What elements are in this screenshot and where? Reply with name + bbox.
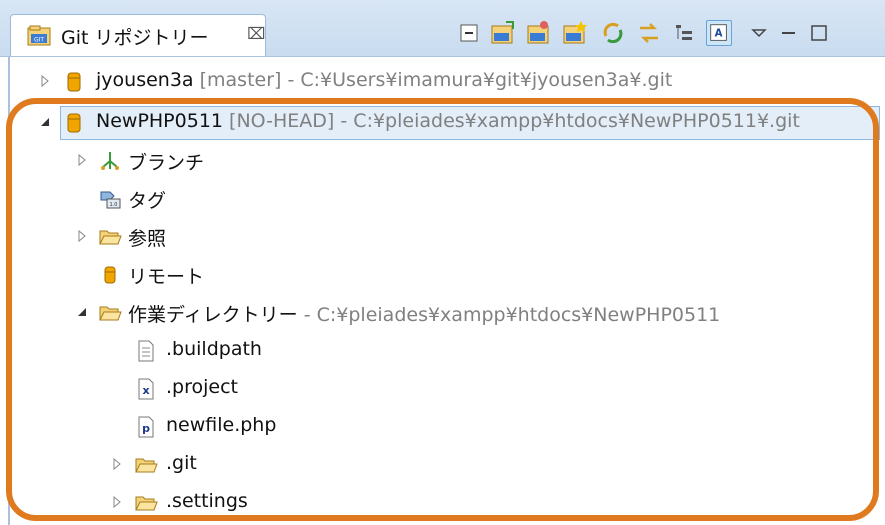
view-tab-bar: GIT Git リポジトリー ⌧ A (0, 0, 885, 57)
repo-branch: [master] (199, 69, 282, 91)
tags-icon: 1.0 (100, 191, 121, 209)
collapse-all-icon[interactable] (456, 20, 482, 46)
add-repository-icon[interactable] (490, 20, 516, 46)
tree-item-references[interactable]: 参照 (0, 219, 400, 255)
tree-item-repo-newphp0511[interactable]: NewPHP0511 [NO-HEAD] - C:¥pleiades¥xampp… (0, 105, 885, 141)
refresh-icon[interactable] (600, 20, 626, 46)
remote-icon (104, 266, 116, 284)
tree-item-remotes[interactable]: リモート (0, 257, 400, 293)
folder-icon (135, 458, 158, 473)
tree-item-folder-settings[interactable]: .settings (0, 485, 400, 521)
expand-arrow-icon[interactable] (75, 229, 89, 243)
tree-label: 作業ディレクトリー (128, 304, 298, 326)
working-dir-path: - C:¥pleiades¥xampp¥htdocs¥NewPHP0511 (303, 304, 721, 326)
tree-item-file-project[interactable]: x .project (0, 371, 400, 407)
svg-text:p: p (142, 422, 150, 435)
tree-item-file-buildpath[interactable]: .buildpath (0, 333, 400, 369)
xml-file-icon: x (138, 378, 154, 400)
text-file-icon (138, 340, 154, 362)
tree-item-file-newfile-php[interactable]: p newfile.php (0, 409, 400, 445)
expand-arrow-icon[interactable] (110, 457, 124, 471)
folder-icon (99, 230, 122, 245)
tree-label: 参照 (128, 228, 167, 250)
tree-label: .project (166, 376, 238, 398)
tree-item-folder-git[interactable]: .git (0, 447, 400, 483)
folder-icon (135, 496, 158, 511)
tree-item-working-directory[interactable]: 作業ディレクトリー - C:¥pleiades¥xampp¥htdocs¥New… (0, 295, 885, 331)
expand-arrow-icon[interactable] (75, 153, 89, 167)
repo-path: - C:¥Users¥imamura¥git¥jyousen3a¥.git (287, 69, 673, 91)
repository-tree: jyousen3a [master] - C:¥Users¥imamura¥gi… (0, 56, 885, 525)
svg-text:A: A (715, 29, 723, 40)
tree-label: .buildpath (166, 338, 262, 360)
tree-item-branches[interactable]: ブランチ (0, 143, 400, 179)
php-file-icon: p (138, 416, 154, 438)
minimize-icon[interactable] (776, 20, 802, 46)
collapse-arrow-icon[interactable] (75, 305, 89, 319)
branches-icon (101, 152, 119, 170)
expand-arrow-icon[interactable] (38, 74, 52, 88)
repository-icon (67, 72, 81, 92)
svg-text:GIT: GIT (34, 37, 44, 44)
svg-text:1.0: 1.0 (110, 202, 118, 208)
tree-label: .settings (166, 490, 248, 512)
view-menu-icon[interactable] (746, 20, 772, 46)
tab-title: Git リポジトリー (61, 27, 209, 49)
git-repositories-icon: GIT (27, 25, 51, 46)
repo-path: - C:¥pleiades¥xampp¥htdocs¥NewPHP0511¥.g… (340, 110, 800, 132)
folder-icon (99, 306, 122, 321)
show-details-icon[interactable]: A (706, 20, 732, 46)
maximize-icon[interactable] (806, 20, 832, 46)
create-repository-icon[interactable] (562, 20, 588, 46)
hierarchical-view-icon[interactable] (672, 20, 698, 46)
repository-icon (67, 113, 81, 133)
tree-label: タグ (128, 190, 167, 212)
tree-label: .git (166, 452, 197, 474)
clone-repository-icon[interactable] (526, 20, 552, 46)
link-with-selection-icon[interactable] (636, 20, 662, 46)
tree-item-repo-jyousen3a[interactable]: jyousen3a [master] - C:¥Users¥imamura¥gi… (0, 64, 885, 100)
svg-text:x: x (142, 384, 149, 397)
tree-label: リモート (128, 266, 205, 288)
tab-git-repositories[interactable]: GIT Git リポジトリー ⌧ (10, 14, 266, 56)
close-icon[interactable]: ⌧ (247, 24, 265, 43)
tree-item-tags[interactable]: 1.0 タグ (0, 181, 400, 217)
git-repositories-view: GIT Git リポジトリー ⌧ A jyousen3a [master] - … (0, 0, 885, 525)
repo-branch: [NO-HEAD] (229, 110, 335, 132)
repo-name: jyousen3a (96, 69, 194, 91)
tree-label: newfile.php (166, 414, 277, 436)
repo-name: NewPHP0511 (96, 110, 223, 132)
expand-arrow-icon[interactable] (110, 495, 124, 509)
collapse-arrow-icon[interactable] (38, 115, 52, 129)
tree-label: ブランチ (128, 152, 205, 174)
